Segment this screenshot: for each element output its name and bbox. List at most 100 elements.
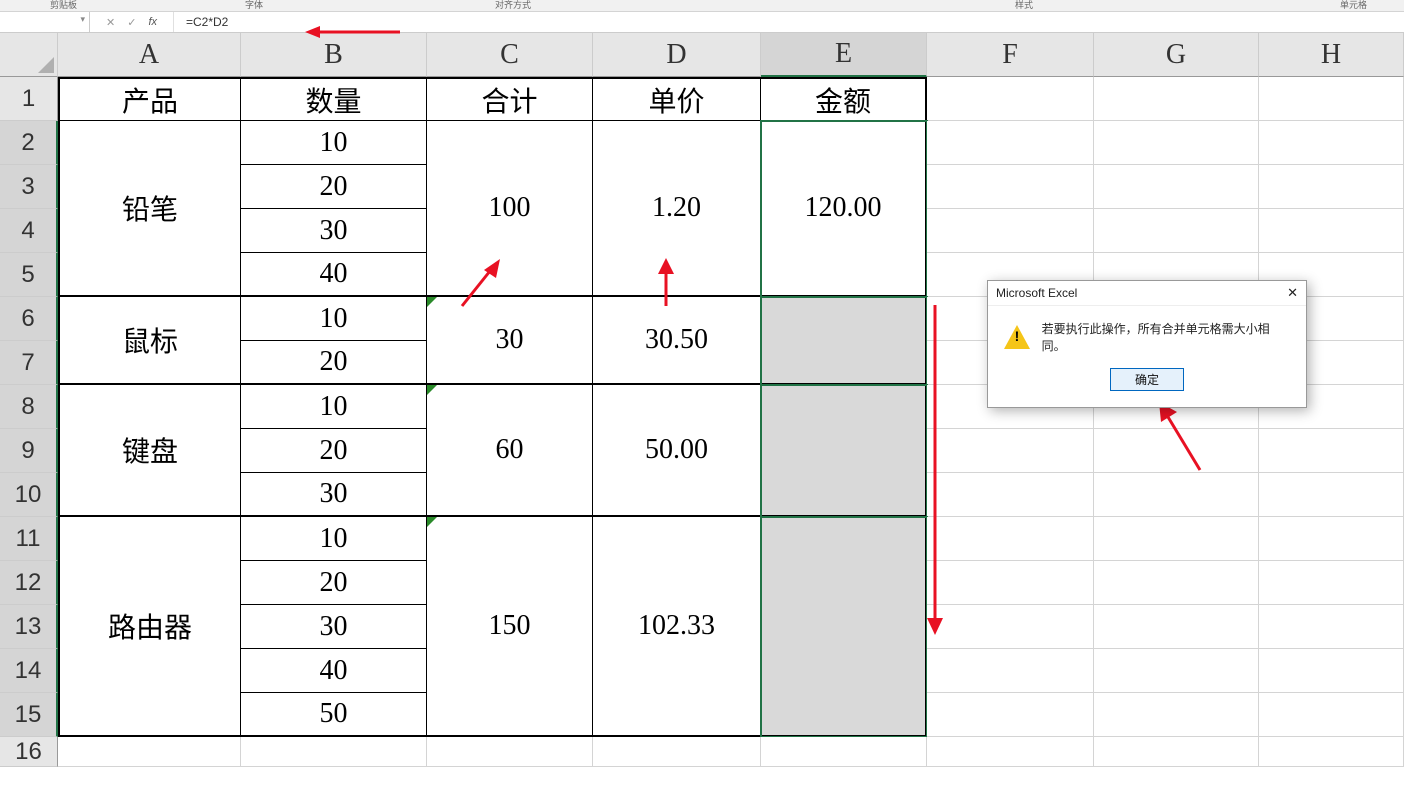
- cell-H14[interactable]: [1259, 649, 1404, 693]
- close-icon[interactable]: ✕: [1287, 285, 1298, 301]
- cell-B16[interactable]: [241, 737, 427, 767]
- cell-H11[interactable]: [1259, 517, 1404, 561]
- cell-F11[interactable]: [927, 517, 1094, 561]
- cell-B6[interactable]: 10: [241, 297, 427, 341]
- cell-B9[interactable]: 20: [241, 429, 427, 473]
- cancel-icon[interactable]: ✕: [106, 16, 115, 29]
- cell-G12[interactable]: [1094, 561, 1259, 605]
- cell-A6-7[interactable]: 鼠标: [58, 297, 241, 385]
- cell-B7[interactable]: 20: [241, 341, 427, 385]
- cell-C8-10[interactable]: 60: [427, 385, 593, 517]
- col-header-B[interactable]: B: [241, 33, 427, 77]
- cell-G11[interactable]: [1094, 517, 1259, 561]
- row-header-1[interactable]: 1: [0, 77, 58, 121]
- row-header-14[interactable]: 14: [0, 649, 58, 693]
- cell-D8-10[interactable]: 50.00: [593, 385, 761, 517]
- cell-B11[interactable]: 10: [241, 517, 427, 561]
- cell-C6-7[interactable]: 30: [427, 297, 593, 385]
- row-header-10[interactable]: 10: [0, 473, 58, 517]
- cell-E1[interactable]: 金额: [761, 77, 927, 121]
- col-header-F[interactable]: F: [927, 33, 1094, 77]
- col-header-H[interactable]: H: [1259, 33, 1404, 77]
- cell-G9[interactable]: [1094, 429, 1259, 473]
- row-header-9[interactable]: 9: [0, 429, 58, 473]
- row-header-8[interactable]: 8: [0, 385, 58, 429]
- col-header-A[interactable]: A: [58, 33, 241, 77]
- col-header-E[interactable]: E: [761, 33, 927, 77]
- cell-E16[interactable]: [761, 737, 927, 767]
- cell-A8-10[interactable]: 键盘: [58, 385, 241, 517]
- cell-B3[interactable]: 20: [241, 165, 427, 209]
- cell-G2[interactable]: [1094, 121, 1259, 165]
- cell-C16[interactable]: [427, 737, 593, 767]
- cell-F3[interactable]: [927, 165, 1094, 209]
- cell-G13[interactable]: [1094, 605, 1259, 649]
- cell-A16[interactable]: [58, 737, 241, 767]
- row-header-5[interactable]: 5: [0, 253, 58, 297]
- cell-E2-5[interactable]: 120.00: [761, 121, 927, 297]
- cell-B14[interactable]: 40: [241, 649, 427, 693]
- row-header-3[interactable]: 3: [0, 165, 58, 209]
- cell-C2-5[interactable]: 100: [427, 121, 593, 297]
- cell-H13[interactable]: [1259, 605, 1404, 649]
- cell-C1[interactable]: 合计: [427, 77, 593, 121]
- cell-G10[interactable]: [1094, 473, 1259, 517]
- cell-D6-7[interactable]: 30.50: [593, 297, 761, 385]
- cell-H15[interactable]: [1259, 693, 1404, 737]
- cell-B15[interactable]: 50: [241, 693, 427, 737]
- cell-B1[interactable]: 数量: [241, 77, 427, 121]
- row-header-4[interactable]: 4: [0, 209, 58, 253]
- cell-B10[interactable]: 30: [241, 473, 427, 517]
- cell-B4[interactable]: 30: [241, 209, 427, 253]
- select-all-corner[interactable]: [0, 33, 58, 77]
- cell-E6-7[interactable]: [761, 297, 927, 385]
- cell-G16[interactable]: [1094, 737, 1259, 767]
- cell-H9[interactable]: [1259, 429, 1404, 473]
- row-header-2[interactable]: 2: [0, 121, 58, 165]
- cell-H3[interactable]: [1259, 165, 1404, 209]
- cell-E11-15[interactable]: [761, 517, 927, 737]
- cell-H4[interactable]: [1259, 209, 1404, 253]
- cell-G1[interactable]: [1094, 77, 1259, 121]
- cell-D2-5[interactable]: 1.20: [593, 121, 761, 297]
- cell-F12[interactable]: [927, 561, 1094, 605]
- cell-F10[interactable]: [927, 473, 1094, 517]
- cell-F14[interactable]: [927, 649, 1094, 693]
- cell-B2[interactable]: 10: [241, 121, 427, 165]
- col-header-D[interactable]: D: [593, 33, 761, 77]
- cell-B8[interactable]: 10: [241, 385, 427, 429]
- cell-A1[interactable]: 产品: [58, 77, 241, 121]
- cell-D1[interactable]: 单价: [593, 77, 761, 121]
- col-header-G[interactable]: G: [1094, 33, 1259, 77]
- row-header-16[interactable]: 16: [0, 737, 58, 767]
- cell-H1[interactable]: [1259, 77, 1404, 121]
- cell-F15[interactable]: [927, 693, 1094, 737]
- cell-A2-5[interactable]: 铅笔: [58, 121, 241, 297]
- cell-H16[interactable]: [1259, 737, 1404, 767]
- cell-F13[interactable]: [927, 605, 1094, 649]
- cell-F2[interactable]: [927, 121, 1094, 165]
- cell-H10[interactable]: [1259, 473, 1404, 517]
- cell-A11-15[interactable]: 路由器: [58, 517, 241, 737]
- cell-D11-15[interactable]: 102.33: [593, 517, 761, 737]
- cell-G4[interactable]: [1094, 209, 1259, 253]
- row-header-7[interactable]: 7: [0, 341, 58, 385]
- cell-F9[interactable]: [927, 429, 1094, 473]
- cell-F1[interactable]: [927, 77, 1094, 121]
- cell-F4[interactable]: [927, 209, 1094, 253]
- enter-icon[interactable]: ✓: [127, 16, 136, 29]
- cell-D16[interactable]: [593, 737, 761, 767]
- row-header-15[interactable]: 15: [0, 693, 58, 737]
- row-header-12[interactable]: 12: [0, 561, 58, 605]
- row-header-11[interactable]: 11: [0, 517, 58, 561]
- cell-B5[interactable]: 40: [241, 253, 427, 297]
- cell-H2[interactable]: [1259, 121, 1404, 165]
- cell-B13[interactable]: 30: [241, 605, 427, 649]
- row-header-13[interactable]: 13: [0, 605, 58, 649]
- cell-F16[interactable]: [927, 737, 1094, 767]
- cell-C11-15[interactable]: 150: [427, 517, 593, 737]
- cell-G15[interactable]: [1094, 693, 1259, 737]
- name-box[interactable]: [0, 12, 90, 32]
- row-header-6[interactable]: 6: [0, 297, 58, 341]
- cell-G3[interactable]: [1094, 165, 1259, 209]
